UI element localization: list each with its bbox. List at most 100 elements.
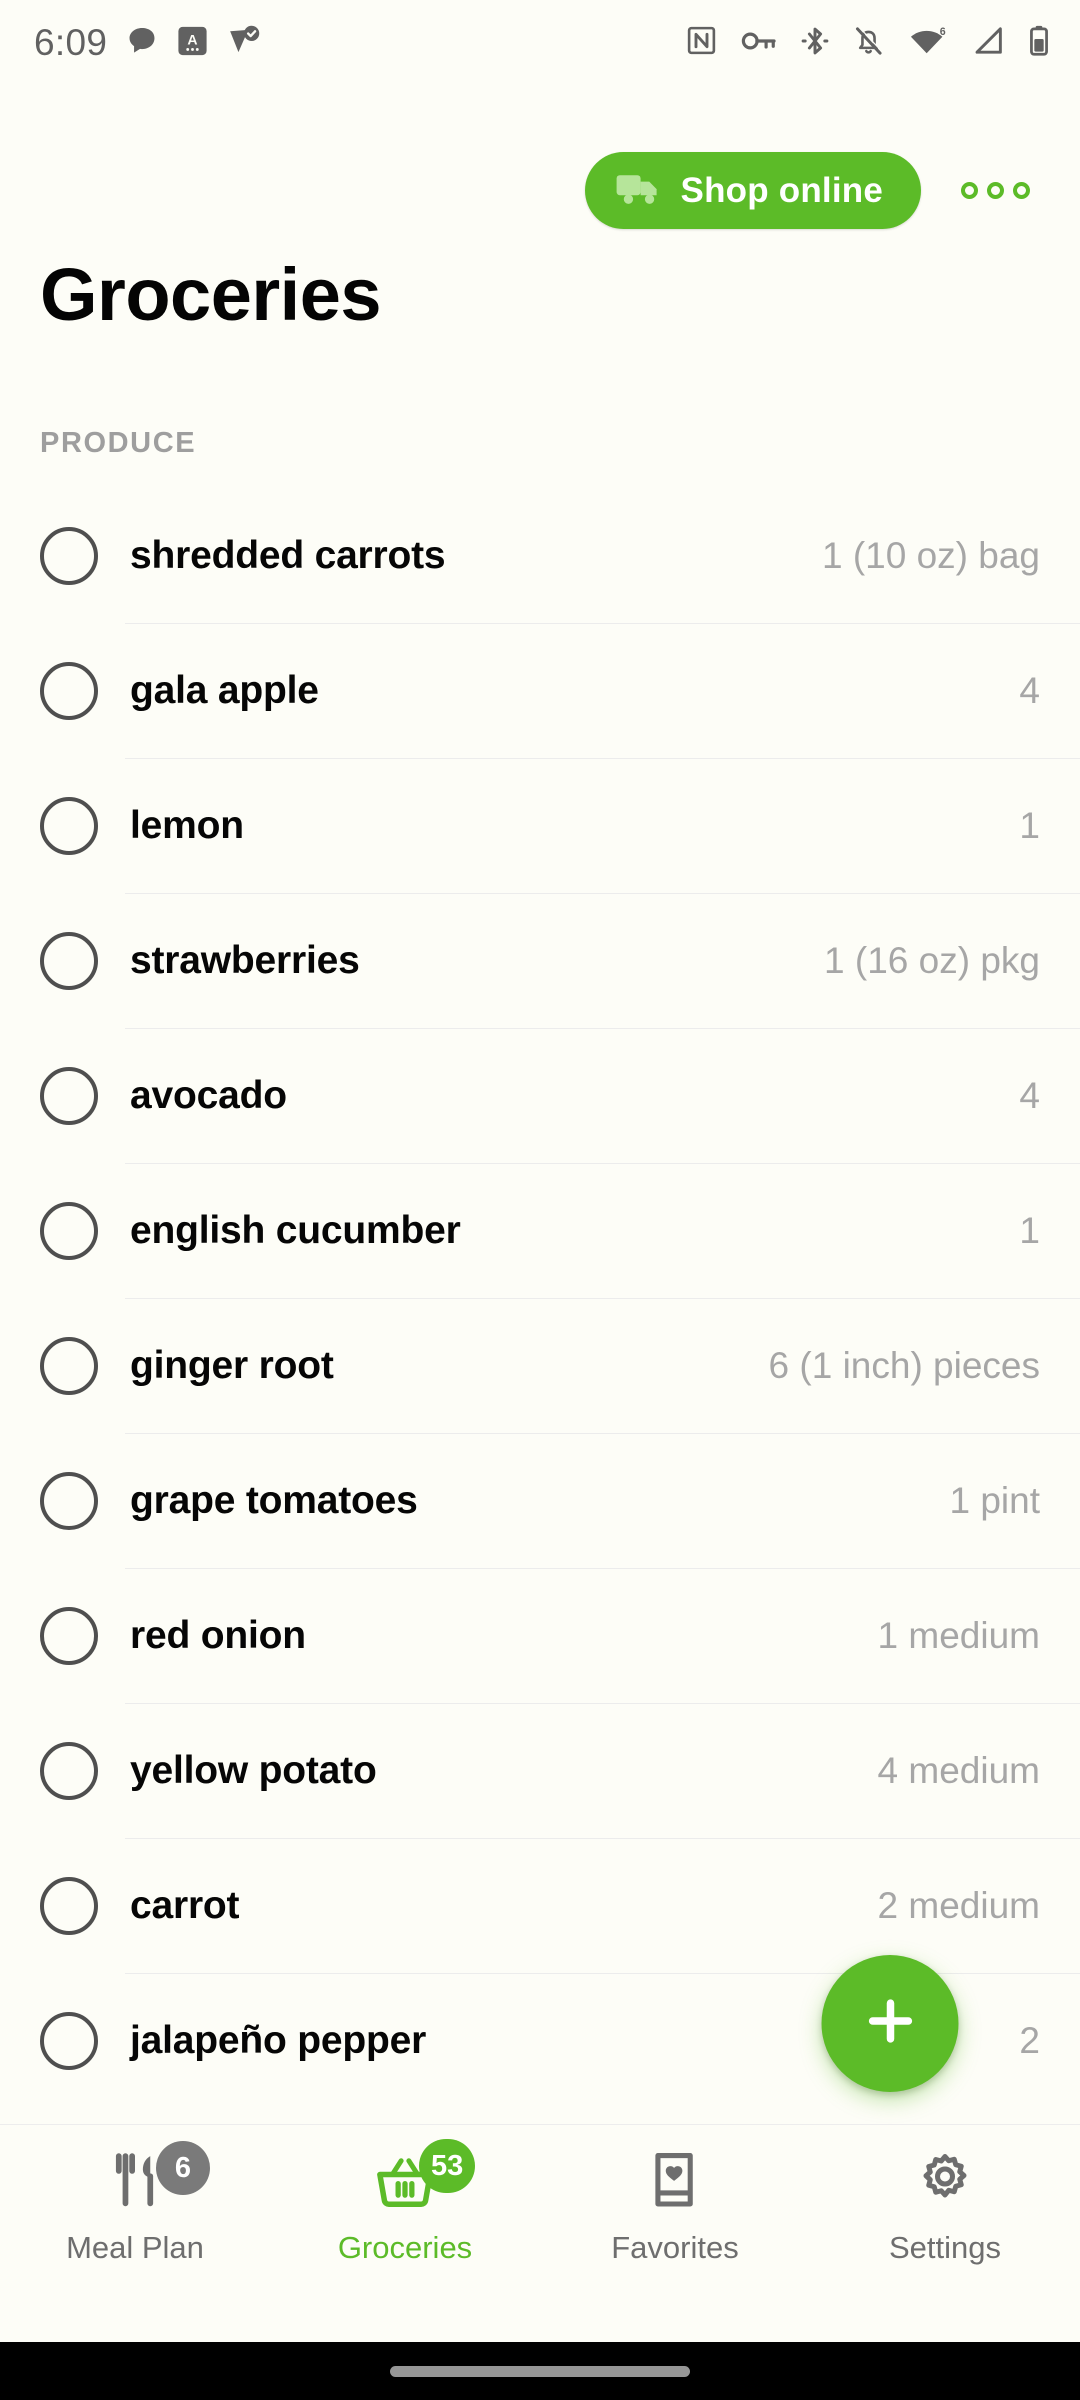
list-item[interactable]: carrot 2 medium xyxy=(0,1838,1080,1973)
list-item[interactable]: strawberries 1 (16 oz) pkg xyxy=(0,893,1080,1028)
more-options-icon[interactable] xyxy=(949,168,1042,213)
plus-icon xyxy=(861,1992,919,2055)
nav-label-favorites: Favorites xyxy=(611,2230,739,2265)
item-name: lemon xyxy=(130,803,244,847)
item-quantity: 1 (16 oz) pkg xyxy=(824,939,1040,981)
row-divider xyxy=(125,1568,1080,1569)
item-quantity: 2 medium xyxy=(877,1884,1040,1926)
add-item-fab[interactable] xyxy=(821,1955,959,2092)
nav-icon-wrap xyxy=(915,2147,975,2217)
nav-icon-wrap xyxy=(647,2147,703,2217)
nav-label-settings: Settings xyxy=(888,2230,1001,2265)
item-checkbox[interactable] xyxy=(40,661,98,720)
status-bar: 6:09 A 6 xyxy=(0,0,1080,86)
nav-label-groceries: Groceries xyxy=(337,2230,473,2265)
overflow-dot xyxy=(1013,182,1030,199)
list-item[interactable]: lemon 1 xyxy=(0,758,1080,893)
delivery-truck-icon xyxy=(615,169,663,212)
item-quantity: 4 medium xyxy=(877,1749,1040,1791)
item-checkbox[interactable] xyxy=(40,1336,98,1395)
row-divider xyxy=(125,1838,1080,1839)
item-name: yellow potato xyxy=(130,1748,377,1792)
section-header-produce: PRODUCE xyxy=(40,427,197,459)
item-quantity: 2 xyxy=(1019,2019,1040,2061)
vpn-key-icon xyxy=(741,27,778,60)
item-name: red onion xyxy=(130,1613,306,1657)
svg-text:6: 6 xyxy=(940,26,946,38)
list-item[interactable]: avocado 4 xyxy=(0,1028,1080,1163)
battery-icon xyxy=(1028,24,1050,63)
item-quantity: 1 xyxy=(1019,1209,1040,1251)
item-checkbox[interactable] xyxy=(40,1471,98,1530)
row-divider xyxy=(125,1298,1080,1299)
row-divider xyxy=(125,758,1080,759)
item-checkbox[interactable] xyxy=(40,1876,98,1935)
list-item[interactable]: yellow potato 4 medium xyxy=(0,1703,1080,1838)
item-name: shredded carrots xyxy=(130,533,446,577)
item-quantity: 6 (1 inch) pieces xyxy=(768,1344,1040,1386)
nav-item-groceries[interactable]: 53 Groceries xyxy=(270,2125,540,2266)
item-name: strawberries xyxy=(130,938,360,982)
list-item[interactable]: shredded carrots 1 (10 oz) bag xyxy=(0,488,1080,623)
app-screen: 6:09 A 6 Shop online Groceries PRODUCE s… xyxy=(0,0,1080,2400)
nav-icon-wrap: 6 xyxy=(104,2141,210,2217)
list-item[interactable]: gala apple 4 xyxy=(0,623,1080,758)
chat-bubble-icon xyxy=(125,24,159,63)
list-item[interactable]: red onion 1 medium xyxy=(0,1568,1080,1703)
system-gesture-bar xyxy=(0,2342,1080,2400)
list-item[interactable]: ginger root 6 (1 inch) pieces xyxy=(0,1298,1080,1433)
nav-item-favorites[interactable]: Favorites xyxy=(540,2125,810,2266)
shop-online-label: Shop online xyxy=(680,170,883,210)
row-divider xyxy=(125,623,1080,624)
row-divider xyxy=(125,1433,1080,1434)
nav-item-settings[interactable]: Settings xyxy=(810,2125,1080,2266)
status-bar-right: 6 xyxy=(685,24,1050,63)
item-quantity: 1 pint xyxy=(949,1479,1040,1521)
item-name: gala apple xyxy=(130,668,319,712)
item-checkbox[interactable] xyxy=(40,931,98,990)
nav-icon-wrap: 53 xyxy=(373,2139,476,2217)
bottom-navigation: 6 Meal Plan 53 Groceries Favorites Setti… xyxy=(0,2124,1080,2302)
item-name: jalapeño pepper xyxy=(130,2018,427,2062)
status-bar-left: 6:09 A xyxy=(34,22,262,64)
wifi-icon: 6 xyxy=(908,24,948,62)
svg-text:A: A xyxy=(188,31,198,47)
item-name: avocado xyxy=(130,1073,287,1117)
meal-plan-badge: 6 xyxy=(156,2141,210,2195)
bluetooth-icon xyxy=(801,24,829,63)
item-checkbox[interactable] xyxy=(40,1606,98,1665)
header-actions: Shop online xyxy=(0,152,1080,229)
item-quantity: 1 xyxy=(1019,804,1040,846)
location-verified-icon xyxy=(226,23,262,64)
nav-label-meal-plan: Meal Plan xyxy=(66,2230,204,2265)
overflow-dot xyxy=(987,182,1004,199)
nfc-icon xyxy=(685,24,718,62)
book-heart-icon xyxy=(647,2150,703,2215)
item-checkbox[interactable] xyxy=(40,526,98,585)
item-checkbox[interactable] xyxy=(40,1741,98,1800)
page-title: Groceries xyxy=(40,253,382,336)
gesture-handle[interactable] xyxy=(390,2365,690,2377)
overflow-dot xyxy=(961,182,978,199)
row-divider xyxy=(125,1703,1080,1704)
shop-online-button[interactable]: Shop online xyxy=(584,152,921,229)
groceries-badge: 53 xyxy=(419,2139,476,2193)
item-quantity: 1 (10 oz) bag xyxy=(821,534,1040,576)
item-checkbox[interactable] xyxy=(40,2011,98,2070)
item-name: english cucumber xyxy=(130,1208,461,1252)
item-name: grape tomatoes xyxy=(130,1478,418,1522)
item-name: carrot xyxy=(130,1883,240,1927)
status-bar-clock: 6:09 xyxy=(34,22,108,63)
list-item[interactable]: english cucumber 1 xyxy=(0,1163,1080,1298)
item-quantity: 1 medium xyxy=(877,1614,1040,1656)
item-quantity: 4 xyxy=(1019,1074,1040,1116)
item-checkbox[interactable] xyxy=(40,796,98,855)
nav-item-meal-plan[interactable]: 6 Meal Plan xyxy=(0,2125,270,2266)
gear-icon xyxy=(915,2150,975,2215)
item-quantity: 4 xyxy=(1019,669,1040,711)
list-item[interactable]: grape tomatoes 1 pint xyxy=(0,1433,1080,1568)
item-checkbox[interactable] xyxy=(40,1066,98,1125)
item-checkbox[interactable] xyxy=(40,1201,98,1260)
notifications-muted-icon xyxy=(852,24,885,63)
item-name: ginger root xyxy=(130,1343,334,1387)
